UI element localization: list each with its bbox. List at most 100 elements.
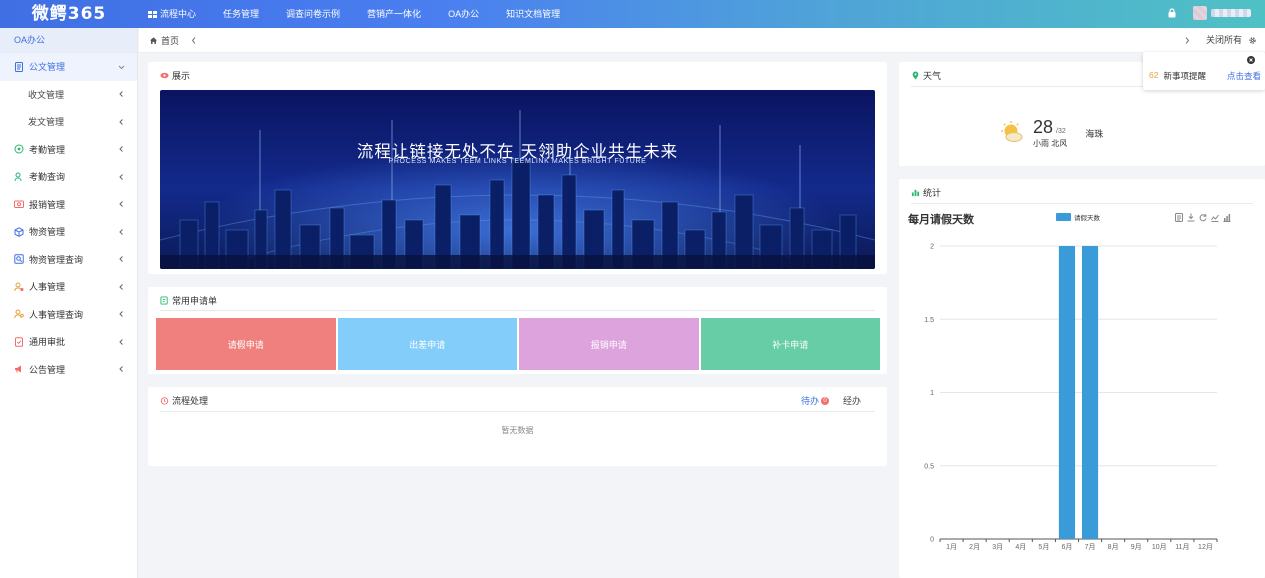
tab-bar: 首页 关闭所有 [139,28,1265,53]
x-tick-label: 1月 [946,543,957,551]
user-name-blurred [1211,9,1251,17]
tab-todo[interactable]: 待办 0 [801,394,829,407]
notification-link[interactable]: 点击查看 [1227,70,1261,82]
y-tick-label: 1 [930,390,934,397]
sidebar-item-announcement[interactable]: 公告管理 [0,356,137,384]
people-icon [14,282,24,292]
x-tick-label: 3月 [992,543,1003,551]
topnav-item-process-center[interactable]: 流程中心 [148,0,196,28]
temperature-block: 28/32 小雨 北风 [1033,117,1067,149]
lock-icon[interactable] [1168,8,1176,18]
topnav-item-survey[interactable]: 调查问卷示例 [286,0,340,28]
notification-count: 62 [1149,70,1159,80]
workflow-panel: 流程处理 待办 0 经办 暂无数据 [148,387,887,466]
eye-icon [160,72,169,79]
x-tick-label: 10月 [1152,543,1167,551]
x-tick-label: 9月 [1131,543,1142,551]
notification-popup: 62 新事项提醒 点击查看 [1143,52,1265,90]
chevron-left-icon [119,256,123,263]
sidebar-item-attendance-query[interactable]: 考勤查询 [0,163,137,191]
topnav-item-knowledge[interactable]: 知识文档管理 [506,0,560,28]
app-logo[interactable]: 微鳄365 [0,0,138,28]
y-tick-label: 1.5 [924,317,934,324]
sun-cloud-icon [1001,121,1023,142]
chevron-left-icon [119,311,123,318]
chevron-left-icon [119,201,123,208]
topnav-item-marketing[interactable]: 营销产一体化 [367,0,421,28]
leave-request-button[interactable]: 请假申请 [156,318,336,370]
x-tick-label: 5月 [1038,543,1049,551]
x-tick-label: 2月 [969,543,980,551]
sidebar: OA办公 公文管理 收文管理 发文管理 考勤管理 考勤查询 报销管理 物资管理 … [0,28,138,578]
y-tick-label: 0 [930,537,934,544]
x-tick-label: 4月 [1015,543,1026,551]
sidebar-item-document[interactable]: 公文管理 [0,53,137,81]
todo-badge: 0 [820,396,829,405]
grid-icon [148,10,157,18]
sidebar-item-materials-query[interactable]: 物资管理查询 [0,246,137,274]
top-bar: 微鳄365 流程中心 任务管理 调查问卷示例 营销产一体化 OA办公 知识文档管… [0,0,1265,28]
sidebar-item-hr-query[interactable]: 人事管理查询 [0,301,137,329]
banner-image[interactable]: 流程让链接无处不在 天翎助企业共生未来 PROCESS MAKES TEEM L… [160,90,875,269]
clock-in-request-button[interactable]: 补卡申请 [700,318,880,370]
trip-request-button[interactable]: 出差申请 [337,318,517,370]
location-pin-icon [912,71,919,80]
approval-icon [14,337,24,347]
box-search-icon [14,254,24,264]
city-name: 海珠 [1085,128,1104,139]
people-search-icon [14,309,24,319]
workflow-tabs: 待办 0 经办 [801,394,861,407]
close-all-button[interactable]: 关闭所有 [1206,28,1242,53]
temperature-range: /32 [1056,128,1066,135]
gear-icon[interactable] [1248,36,1257,45]
tab-home[interactable]: 首页 [149,28,179,53]
target-icon [14,144,24,154]
chevron-left-icon [119,338,123,345]
form-buttons: 请假申请 出差申请 报销申请 补卡申请 [156,318,880,370]
x-tick-label: 8月 [1108,543,1119,551]
sidebar-item-attendance[interactable]: 考勤管理 [0,136,137,164]
chevron-left-icon [119,366,123,373]
chevron-left-icon [119,283,123,290]
alarm-clock-icon [160,397,169,405]
topnav-item-oa[interactable]: OA办公 [448,0,479,28]
top-nav: 流程中心 任务管理 调查问卷示例 营销产一体化 OA办公 知识文档管理 [148,0,587,28]
y-tick-label: 2 [930,244,934,251]
receipt-icon [14,199,24,209]
box-icon [14,226,24,237]
avatar [1193,6,1207,20]
tab-done[interactable]: 经办 [843,394,861,407]
sidebar-item-reimbursement[interactable]: 报销管理 [0,191,137,219]
topnav-item-task[interactable]: 任务管理 [223,0,259,28]
y-tick-label: 0.5 [924,463,934,470]
user-avatar[interactable] [1193,5,1255,21]
showcase-panel: 展示 流程让链接无处不在 天翎助企业共生未来 PROCESS MAKES TEE… [148,62,887,274]
weather-info: 28/32 小雨 北风 海珠 [999,117,1103,149]
divider [160,310,875,311]
sidebar-item-materials[interactable]: 物资管理 [0,218,137,246]
chevron-left-icon [119,228,123,235]
close-icon[interactable] [1247,56,1255,64]
showcase-title: 展示 [160,69,190,82]
sidebar-item-outgoing[interactable]: 发文管理 [0,108,137,136]
reimburse-request-button[interactable]: 报销申请 [519,318,699,370]
scroll-right-icon[interactable] [1184,37,1190,44]
document-icon [14,61,24,72]
scroll-left-icon[interactable] [191,37,197,44]
bar [1058,246,1076,539]
chevron-down-icon [118,65,125,69]
empty-state: 暂无数据 [501,426,534,435]
sidebar-item-approval[interactable]: 通用审批 [0,328,137,356]
weather-title: 天气 [911,69,941,82]
weather-description: 小雨 北风 [1033,139,1068,148]
form-icon [160,296,168,305]
chevron-left-icon [119,146,123,153]
sidebar-item-incoming[interactable]: 收文管理 [0,81,137,109]
sidebar-item-hr[interactable]: 人事管理 [0,273,137,301]
person-search-icon [14,172,24,182]
temperature: 28 [1033,117,1054,137]
bar [1081,246,1099,539]
chevron-left-icon [119,173,123,180]
leave-days-chart: 0 0.5 1 1.5 2 1月 2月 3月 4月 5月 6月 7月 8月 9月 10月 11月 12月 [924,244,1218,551]
sidebar-header[interactable]: OA办公 [0,28,137,53]
